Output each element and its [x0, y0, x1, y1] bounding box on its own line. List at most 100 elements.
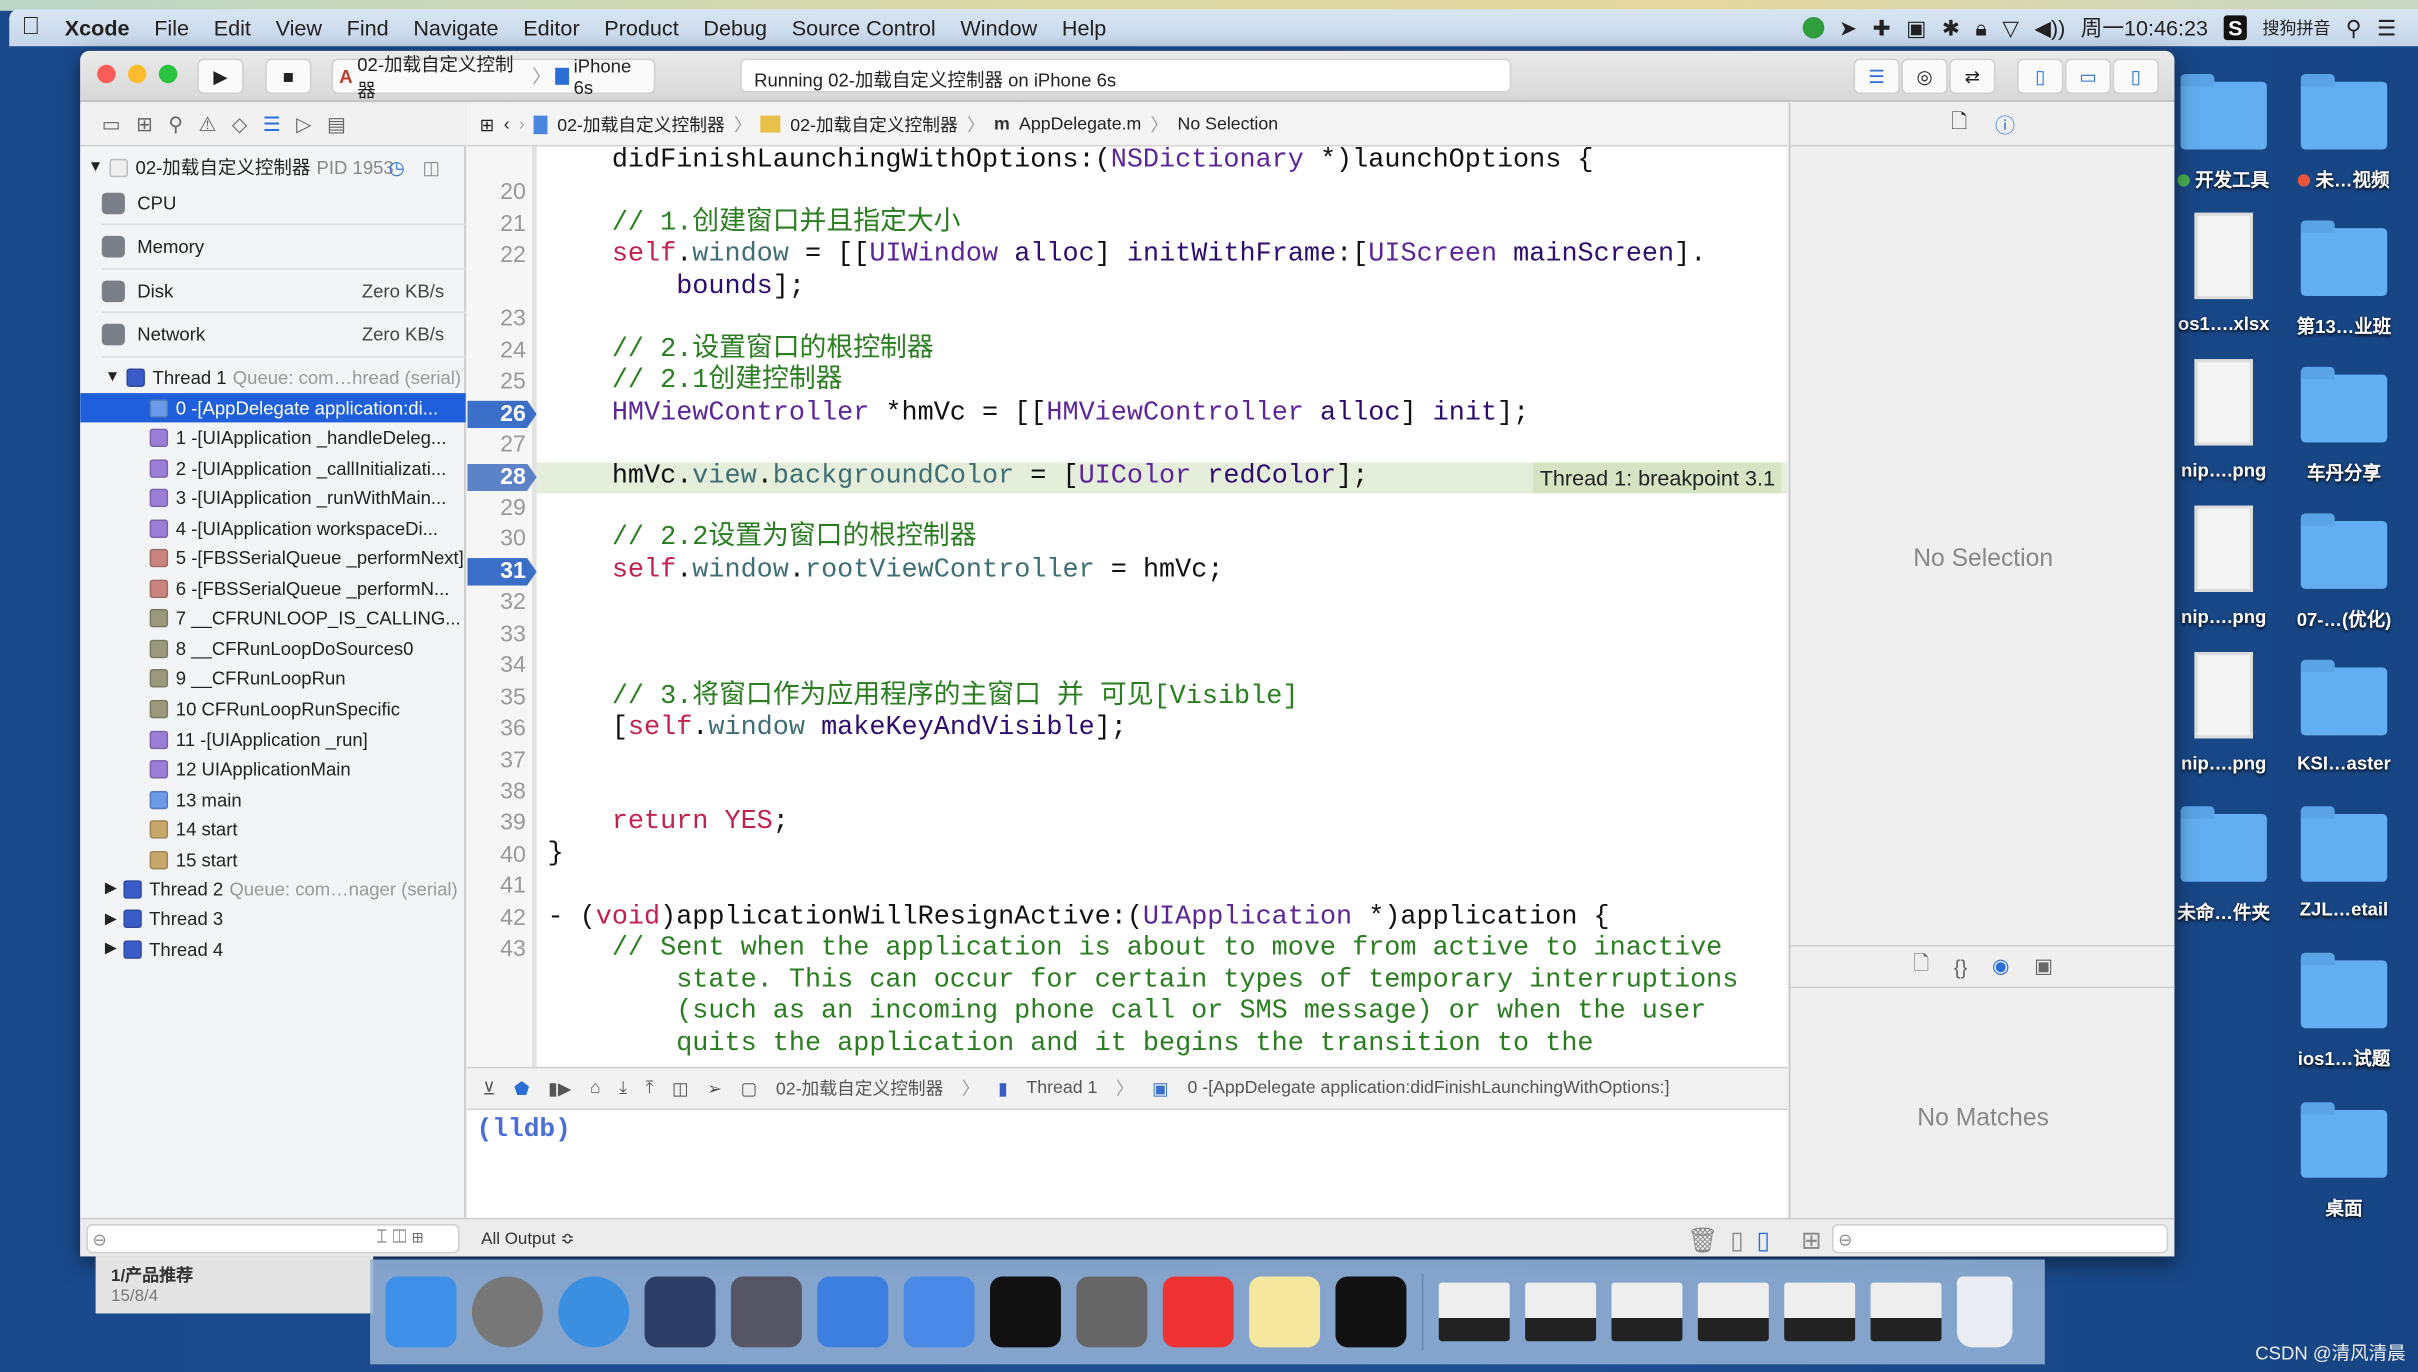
menu-navigate[interactable]: Navigate — [401, 15, 511, 40]
toggle-debug-area-button[interactable]: ▭ — [2064, 58, 2112, 95]
system-preferences-icon[interactable] — [1076, 1276, 1148, 1348]
jump-group[interactable]: 02-加载自定义控制器 — [790, 112, 958, 137]
ime-label[interactable]: 搜狗拼音 — [2263, 15, 2331, 40]
code-line[interactable]: 35 // 3.将窗口作为应用程序的主窗口 并 可见[Visible] — [467, 682, 1787, 714]
step-out-icon[interactable]: ⤒ — [646, 1078, 654, 1098]
code-line[interactable]: 20 — [467, 178, 1787, 210]
code-line[interactable]: quits the application and it begins the … — [467, 1029, 1787, 1061]
stop-button[interactable]: ■ — [265, 58, 312, 95]
disclosure-triangle-icon[interactable]: ▶ — [105, 880, 117, 897]
desktop-icon[interactable]: 07-…(优化) — [2285, 509, 2402, 648]
spotlight-icon[interactable]: ⚲ — [2346, 15, 2362, 41]
code-line[interactable]: 27 — [467, 430, 1787, 462]
apple-icon[interactable]:  — [9, 14, 52, 42]
split-left-icon[interactable]: ▯ — [1730, 1226, 1744, 1257]
gauge-network[interactable]: Network Zero KB/s — [101, 314, 466, 357]
code-line[interactable]: 21 // 1.创建窗口并且指定大小 — [467, 209, 1787, 241]
stack-frame-row[interactable]: 3 -[UIApplication _runWithMain... — [80, 484, 466, 513]
debug-process[interactable]: 02-加载自定义控制器 — [776, 1076, 944, 1101]
debug-navigator-icon[interactable]: ☰ — [263, 112, 281, 137]
console-icon[interactable] — [1335, 1276, 1407, 1348]
clock[interactable]: 周一10:46:23 — [2081, 12, 2208, 43]
desktop-icon[interactable]: 未…视频 — [2285, 69, 2402, 208]
run-button[interactable]: ▶ — [197, 58, 244, 95]
menu-help[interactable]: Help — [1050, 15, 1119, 40]
menu-editor[interactable]: Editor — [511, 15, 592, 40]
window-thumb-icon[interactable] — [1870, 1282, 1942, 1342]
desktop-icon[interactable]: os1….xlsx — [2165, 212, 2282, 355]
code-line[interactable]: 28 hmVc.view.backgroundColor = [UIColor … — [467, 461, 1788, 494]
find-navigator-icon[interactable]: ⚲ — [168, 112, 183, 137]
toggle-utilities-button[interactable]: ▯ — [2112, 58, 2159, 95]
desktop-icon[interactable]: nip….png — [2165, 505, 2282, 648]
code-line[interactable]: (such as an incoming phone call or SMS m… — [467, 998, 1787, 1030]
notification-banner[interactable]: 1/产品推荐 15/8/4 — [95, 1256, 374, 1314]
stack-frame-row[interactable]: 13 main — [80, 785, 466, 814]
stack-frame-row[interactable]: 1 -[UIApplication _handleDeleg... — [80, 423, 466, 452]
output-filter-select[interactable]: All Output ≎ — [481, 1229, 574, 1248]
thread-row[interactable]: ▶ Thread 4 — [80, 934, 466, 963]
object-library-icon[interactable]: ◉ — [1992, 954, 2009, 979]
issue-navigator-icon[interactable]: ⚠ — [199, 112, 217, 137]
bluetooth-icon[interactable]: ✱ — [1942, 15, 1960, 41]
desktop-icon[interactable]: 开发工具 — [2165, 69, 2282, 208]
code-line[interactable]: bounds]; — [467, 273, 1787, 305]
minimize-button[interactable] — [127, 64, 147, 84]
view-toggle-icon[interactable]: ◫ — [423, 156, 440, 178]
step-into-icon[interactable]: ⤓ — [619, 1078, 627, 1098]
test-navigator-icon[interactable]: ◇ — [232, 112, 247, 137]
code-line[interactable]: 43 // Sent when the application is about… — [467, 935, 1787, 967]
terminal-icon[interactable] — [990, 1276, 1061, 1348]
jump-file[interactable]: AppDelegate.m — [1019, 115, 1141, 133]
stack-frame-row[interactable]: 8 __CFRunLoopDoSources0 — [80, 634, 466, 663]
desktop-icon[interactable]: 未命…件夹 — [2165, 802, 2282, 941]
code-line[interactable]: 34 — [467, 651, 1787, 683]
window-thumb-icon[interactable] — [1525, 1282, 1597, 1342]
code-line[interactable]: 26 HMViewController *hmVc = [[HMViewCont… — [467, 399, 1787, 431]
window-thumb-icon[interactable] — [1784, 1282, 1856, 1342]
code-line[interactable]: state. This can occur for certain types … — [467, 966, 1787, 998]
stack-frame-row[interactable]: 9 __CFRunLoopRun — [80, 664, 466, 693]
stack-frame-row[interactable]: 15 start — [80, 845, 466, 874]
stack-frame-row[interactable]: 6 -[FBSSerialQueue _performN... — [80, 574, 466, 603]
notes-icon[interactable] — [1249, 1276, 1321, 1348]
trash-console-icon[interactable]: 🗑︎ — [1687, 1226, 1718, 1257]
debug-thread[interactable]: Thread 1 — [1026, 1079, 1097, 1097]
zoom-button[interactable] — [158, 64, 178, 84]
console-area[interactable]: (lldb) — [467, 1109, 1788, 1218]
menu-find[interactable]: Find — [334, 15, 401, 40]
library-filter-field[interactable]: ⊖ — [1832, 1224, 2169, 1254]
code-line[interactable]: 23 — [467, 304, 1787, 336]
process-row[interactable]: ▼ 02-加载自定义控制器 PID 1953 ◷ ◫ — [80, 153, 466, 182]
simulate-location-icon[interactable]: ➢ — [707, 1078, 722, 1099]
related-items-icon[interactable]: ⊞ — [480, 113, 495, 134]
assistant-editor-button[interactable]: ◎ — [1901, 58, 1948, 95]
code-line[interactable]: 38 — [467, 777, 1787, 809]
code-line[interactable]: 37 — [467, 745, 1787, 777]
disclosure-triangle-icon[interactable]: ▶ — [105, 940, 117, 957]
xmind-icon[interactable] — [1162, 1276, 1234, 1348]
mouse-app-icon[interactable] — [644, 1276, 716, 1348]
code-line[interactable]: 36 [self.window makeKeyAndVisible]; — [467, 714, 1787, 746]
code-line[interactable]: 30 // 2.2设置为窗口的根控制器 — [467, 525, 1787, 557]
thread-row[interactable]: ▶ Thread 3 — [80, 904, 466, 933]
code-line[interactable]: 33 — [467, 619, 1787, 651]
code-line[interactable]: 22 self.window = [[UIWindow alloc] initW… — [467, 241, 1787, 273]
code-line[interactable]: 24 // 2.设置窗口的根控制器 — [467, 336, 1787, 368]
finder-icon[interactable] — [385, 1276, 457, 1348]
gauge-disk[interactable]: Disk Zero KB/s — [101, 270, 466, 313]
scheme-selector[interactable]: A 02-加载自定义控制器 〉 iPhone 6s — [331, 53, 656, 101]
stack-frame-row[interactable]: 5 -[FBSSerialQueue _performNext] — [80, 544, 466, 573]
ime-icon[interactable]: S — [2223, 15, 2248, 41]
breakpoint-navigator-icon[interactable]: ▷ — [296, 112, 311, 137]
back-button[interactable]: ‹ — [504, 115, 510, 133]
stack-frame-row[interactable]: 2 -[UIApplication _callInitializati... — [80, 453, 466, 482]
plus-icon[interactable]: ✚ — [1873, 15, 1891, 41]
stack-frame-row[interactable]: 10 CFRunLoopRunSpecific — [80, 694, 466, 723]
xcode-icon[interactable] — [817, 1276, 889, 1348]
disclosure-triangle-icon[interactable]: ▼ — [88, 159, 103, 176]
stack-frame-row[interactable]: 0 -[AppDelegate application:di... — [80, 393, 466, 423]
code-line[interactable]: 31 self.window.rootViewController = hmVc… — [467, 556, 1787, 588]
camera-icon[interactable]: ▣ — [1906, 15, 1926, 41]
trash-icon[interactable] — [1956, 1276, 2013, 1348]
